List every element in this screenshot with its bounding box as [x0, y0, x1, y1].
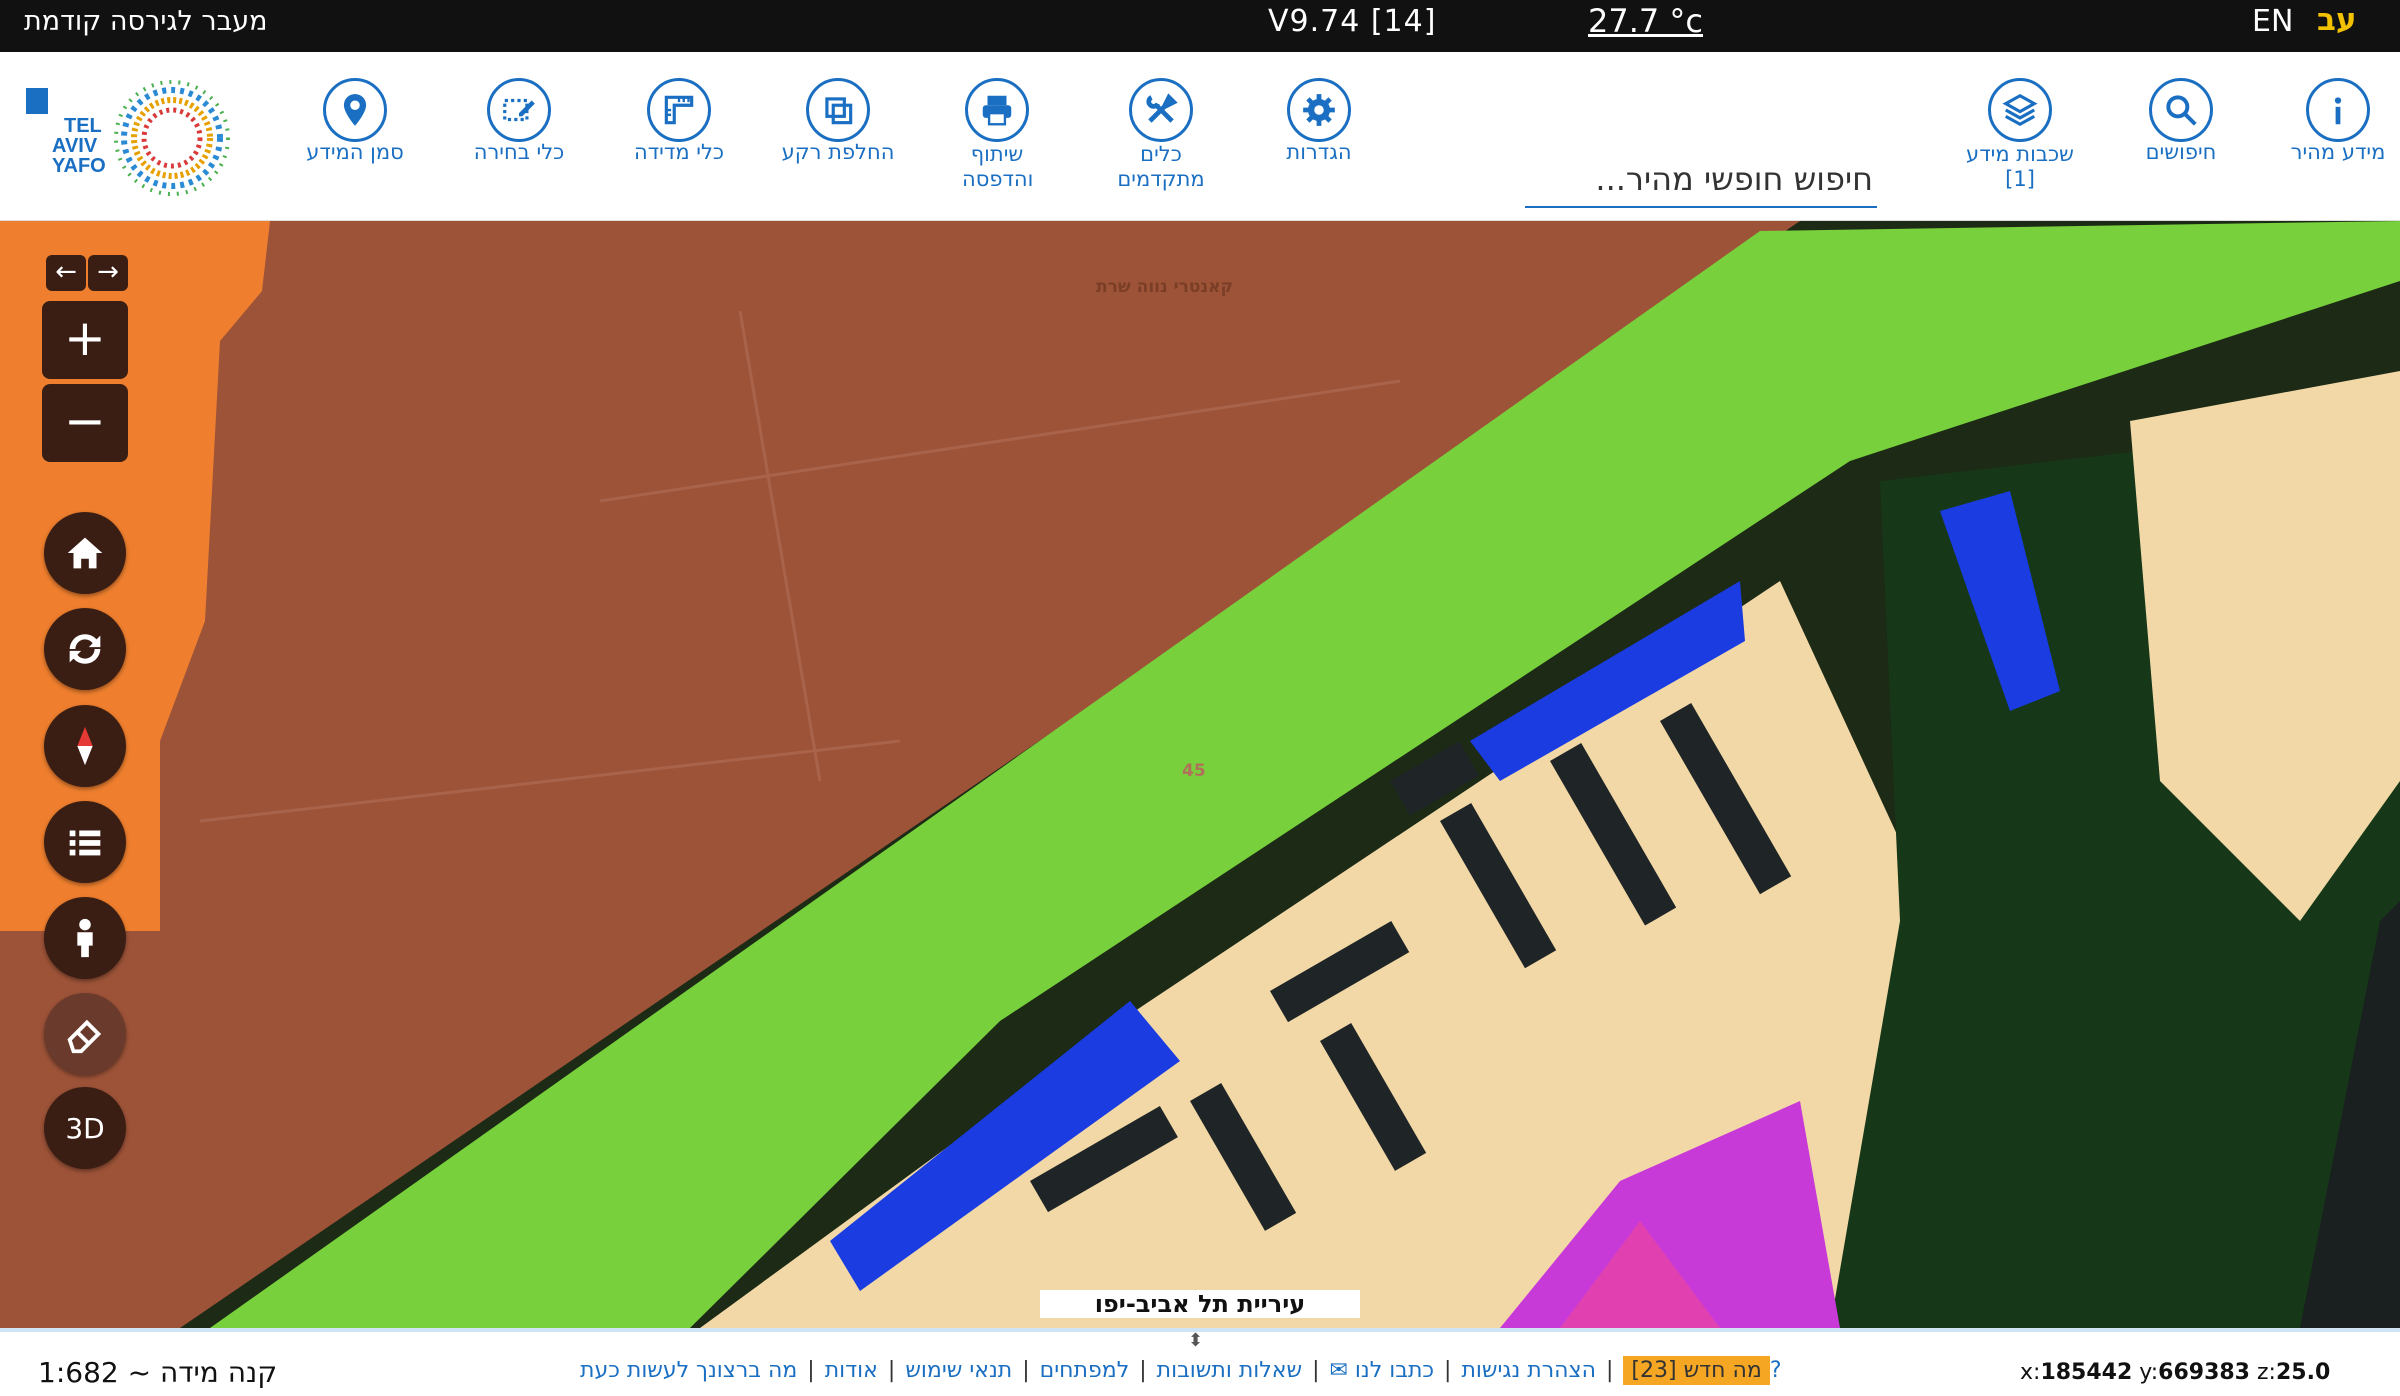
contact-link[interactable]: כתבו לנו ✉	[1330, 1358, 1435, 1383]
layers-copy-icon	[806, 78, 870, 142]
tool-select[interactable]: כלי בחירה	[444, 78, 594, 165]
footer-links: מה חדש [23]|הצהרת נגישות|כתבו לנו ✉|שאלו…	[580, 1356, 1782, 1385]
top-bar: מעבר לגירסה קודמת V9.74 [14] 27.7 °c EN …	[0, 0, 2400, 52]
search-input[interactable]	[1525, 152, 1877, 206]
info-icon	[2306, 78, 2370, 142]
printer-icon	[965, 78, 1029, 142]
developers-link[interactable]: למפתחים	[1040, 1358, 1130, 1383]
layers-icon	[1988, 78, 2052, 142]
accessibility-link[interactable]: הצהרת נגישות	[1461, 1358, 1596, 1383]
3d-button[interactable]: 3D	[44, 1087, 126, 1169]
gear-icon	[1287, 78, 1351, 142]
tool-searches[interactable]: חיפושים	[2106, 78, 2256, 165]
forward-button[interactable]: →	[88, 255, 128, 291]
bottom-bar: ⬍ קנה מידה ~ 1:682 מה חדש [23]|הצהרת נגי…	[0, 1328, 2400, 1396]
tool-measure[interactable]: כלי מדידה	[604, 78, 754, 165]
list-icon	[69, 830, 101, 856]
tool-share-print[interactable]: שיתוף והדפסה	[922, 78, 1072, 192]
language-en-button[interactable]: EN	[2252, 4, 2293, 39]
svg-text:YAFO: YAFO	[52, 155, 106, 177]
svg-text:TEL: TEL	[64, 115, 102, 137]
eraser-button[interactable]	[44, 993, 126, 1075]
legend-button[interactable]	[44, 801, 126, 883]
tool-advanced[interactable]: כלים מתקדמים	[1086, 78, 1236, 192]
search-icon	[2149, 78, 2213, 142]
terms-link[interactable]: תנאי שימוש	[905, 1358, 1012, 1383]
home-button[interactable]	[44, 512, 126, 594]
map-label-country-club: קאנטרי נווה שרת	[1096, 277, 1234, 297]
street-view-button[interactable]	[44, 897, 126, 979]
refresh-button[interactable]	[44, 608, 126, 690]
select-edit-icon	[487, 78, 551, 142]
expand-handle-icon[interactable]: ⬍	[1188, 1330, 1203, 1351]
map-pin-icon	[323, 78, 387, 142]
map-credit: עיריית תל אביב-יפו	[1040, 1290, 1360, 1318]
tools-icon	[1129, 78, 1193, 142]
coord-y: 669383	[2158, 1360, 2250, 1385]
ruler-icon	[647, 78, 711, 142]
whats-new-link[interactable]: מה חדש [23]	[1623, 1356, 1770, 1385]
tool-settings[interactable]: הגדרות	[1244, 78, 1394, 165]
compass-button[interactable]	[44, 705, 126, 787]
temperature-link[interactable]: 27.7 °c	[1588, 2, 1703, 40]
faq-link[interactable]: שאלות ותשובות	[1157, 1358, 1302, 1383]
tool-quick-info[interactable]: מידע מהיר	[2263, 78, 2400, 165]
tool-info-marker[interactable]: סמן המידע	[280, 78, 430, 165]
eraser-icon	[67, 1019, 102, 1054]
version-label: V9.74 [14]	[1268, 4, 1437, 39]
coord-x: 185442	[2040, 1360, 2133, 1385]
coord-z: 25.0	[2275, 1360, 2331, 1385]
tool-layers[interactable]: שכבות מידע [1]	[1945, 78, 2095, 192]
person-icon	[77, 918, 93, 958]
language-he-button[interactable]: עב	[2317, 2, 2357, 38]
tool-switch-background[interactable]: החלפת רקע	[763, 78, 913, 165]
previous-version-link[interactable]: מעבר לגירסה קודמת	[24, 6, 268, 37]
map-label-number: 45	[1182, 761, 1206, 781]
home-icon	[67, 537, 103, 569]
tel-aviv-logo[interactable]: TEL AVIV YAFO	[22, 78, 252, 198]
zoom-out-button[interactable]: −	[42, 384, 128, 462]
svg-text:AVIV: AVIV	[52, 135, 98, 157]
coordinates-readout: x:185442 y:669383 z:25.0	[2020, 1360, 2331, 1385]
toolbar: TEL AVIV YAFO סמן המידע כלי בחירה כלי מד…	[0, 52, 2400, 221]
quick-search	[1525, 152, 1877, 208]
map-view[interactable]: קאנטרי נווה שרת 45 ← → + − 3D עיריית תל …	[0, 221, 2400, 1328]
refresh-icon	[69, 634, 101, 664]
compass-icon	[77, 726, 93, 766]
back-button[interactable]: ←	[46, 255, 86, 291]
about-link[interactable]: אודות	[825, 1358, 878, 1383]
zoom-in-button[interactable]: +	[42, 301, 128, 379]
scale-label: קנה מידה ~ 1:682	[38, 1356, 278, 1389]
